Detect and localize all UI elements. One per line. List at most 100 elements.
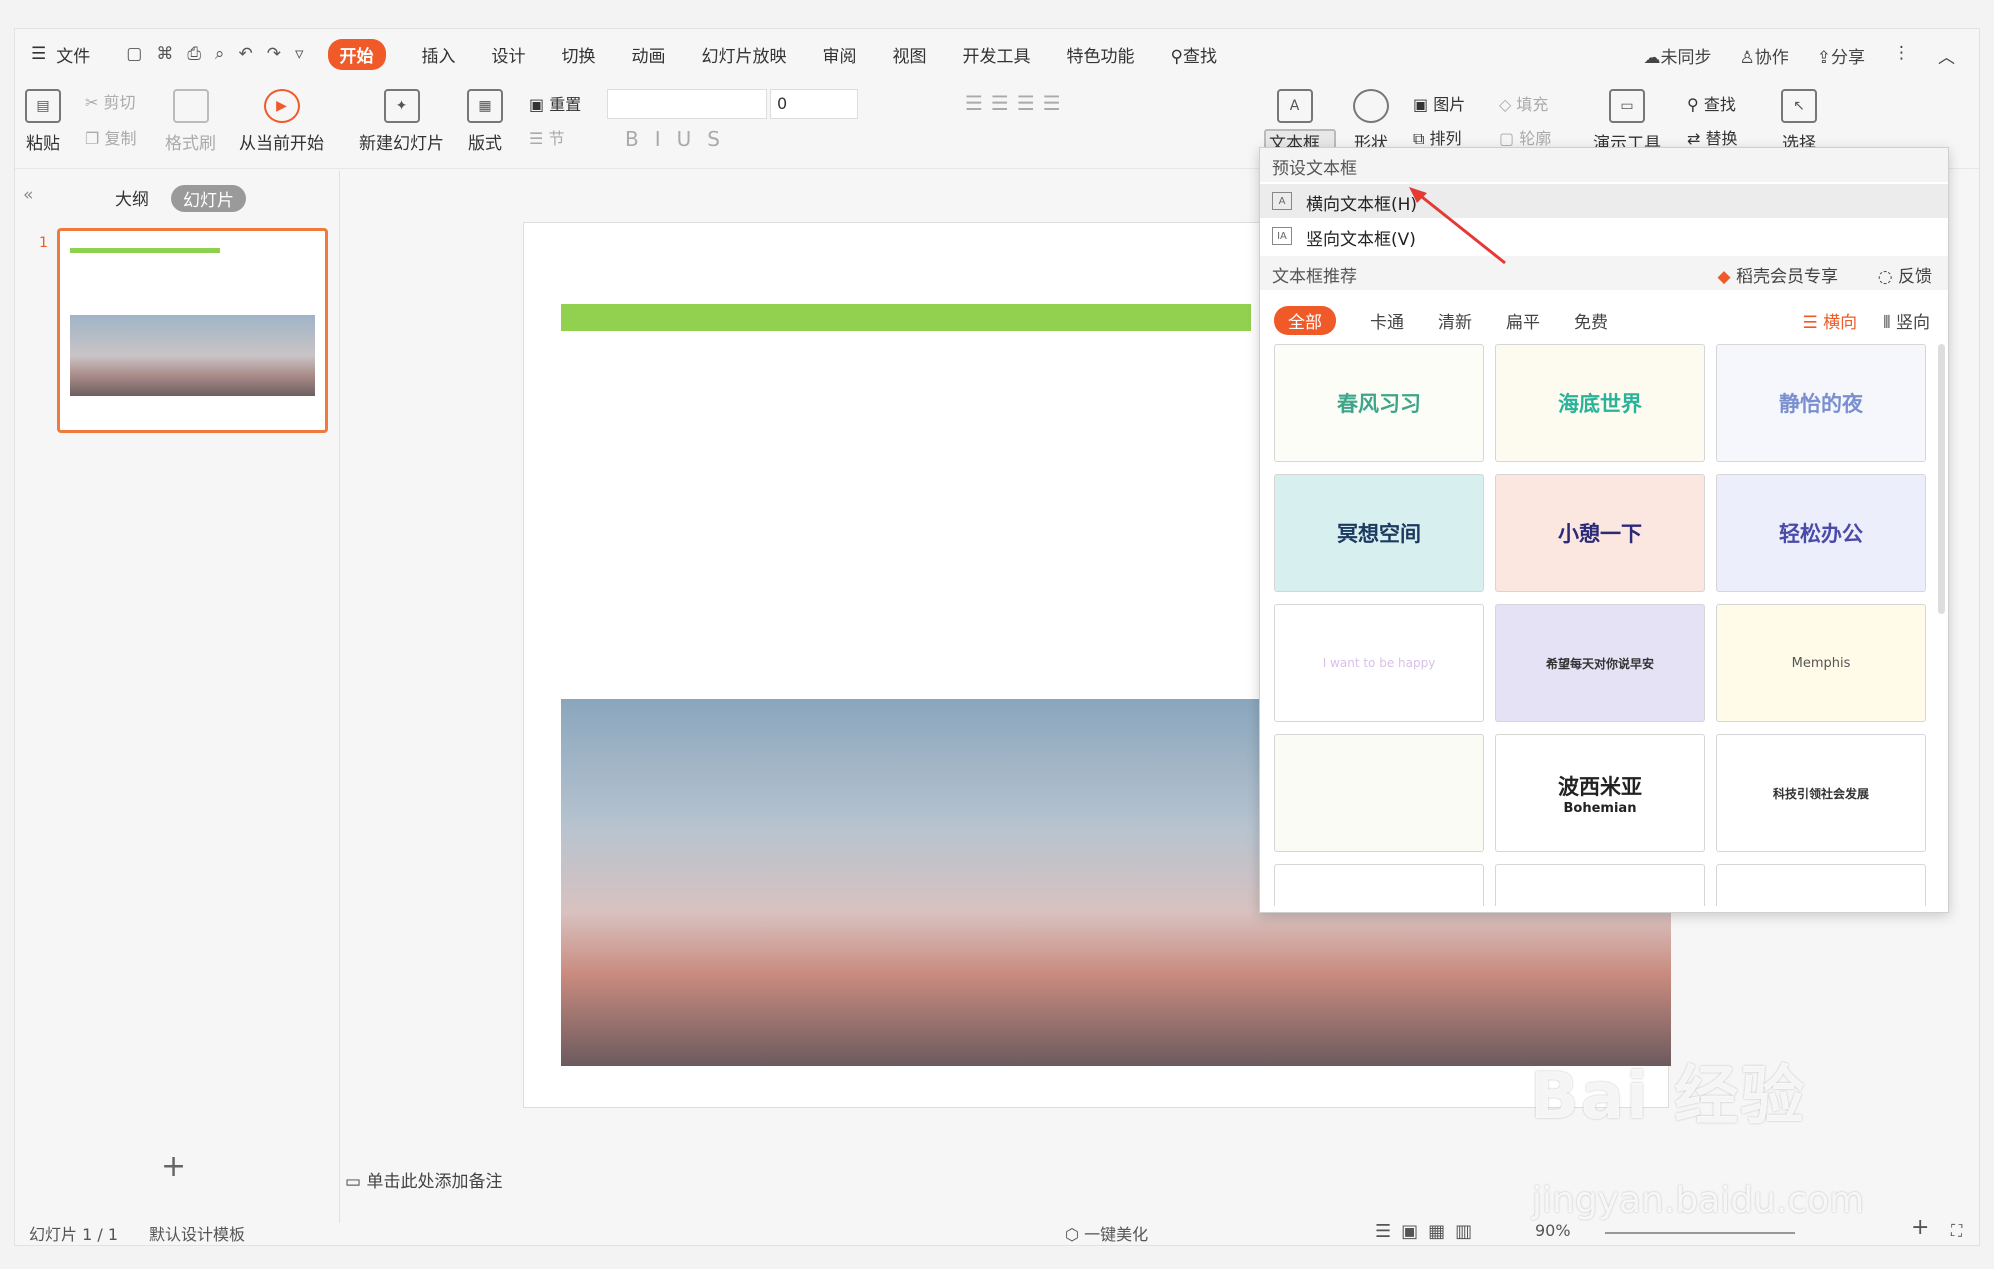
tab-view[interactable]: 视图 [893, 42, 927, 67]
section-button[interactable]: ☰ 节 [529, 125, 564, 149]
filter-cartoon[interactable]: 卡通 [1370, 308, 1404, 333]
tab-outline[interactable]: 大纲 [115, 185, 149, 212]
view-mode-icons[interactable]: ☰▣▦▥ [1375, 1221, 1482, 1242]
template-card[interactable] [1274, 734, 1484, 852]
cut-button[interactable]: ✂ 剪切 [85, 89, 136, 113]
template-card[interactable]: Memphis [1716, 604, 1926, 722]
shape-button[interactable]: 形状 [1353, 89, 1389, 154]
template-card[interactable]: 波西米亚 Bohemian [1495, 734, 1705, 852]
textbox-button[interactable]: A 文本框 [1269, 89, 1320, 154]
text-format-icons[interactable]: BIUS [625, 127, 736, 151]
presenter-tools-button[interactable]: ▭ 演示工具 [1593, 89, 1661, 154]
beautify-button[interactable]: ⬡ 一键美化 [1065, 1221, 1148, 1245]
template-card[interactable]: 轻松办公 [1716, 474, 1926, 592]
replace-button[interactable]: ⇄ 替换 [1687, 125, 1738, 149]
template-card[interactable]: I want to be happy [1274, 604, 1484, 722]
template-card[interactable] [1274, 864, 1484, 906]
paragraph-icons[interactable]: ☰☰☰☰ [965, 91, 1069, 115]
tab-design[interactable]: 设计 [492, 42, 526, 67]
tab-review[interactable]: 审阅 [823, 42, 857, 67]
template-card[interactable] [1716, 864, 1926, 906]
redo-icon[interactable]: ↷ [267, 44, 281, 64]
copy-button[interactable]: ❐ 复制 [85, 125, 136, 149]
orient-vertical-label: 竖向 [1896, 313, 1930, 333]
more-icon[interactable]: ▿ [295, 44, 304, 64]
filter-fresh[interactable]: 清新 [1438, 308, 1472, 333]
hamburger-icon[interactable]: ☰ [31, 44, 46, 64]
template-name[interactable]: 默认设计模板 [149, 1221, 245, 1245]
paste-button[interactable]: ▤ 粘贴 [25, 89, 61, 154]
outline-button[interactable]: ▢ 轮廓 [1499, 125, 1551, 149]
sync-button[interactable]: ☁未同步 [1644, 43, 1712, 68]
beautify-label: 一键美化 [1084, 1225, 1149, 1244]
collapse-ribbon-icon[interactable]: ︿ [1938, 43, 1955, 68]
horizontal-textbox-option[interactable]: A 横向文本框(H) [1260, 184, 1948, 218]
vip-text: 稻壳会员专享 [1736, 267, 1838, 287]
search-button[interactable]: ⚲查找 [1171, 42, 1217, 67]
zoom-in-icon[interactable]: + [1911, 1215, 1929, 1240]
select-button[interactable]: ↖ 选择 [1781, 89, 1817, 154]
template-card[interactable]: 科技引领社会发展 [1716, 734, 1926, 852]
zoom-level[interactable]: 90% [1535, 1221, 1571, 1240]
template-card[interactable] [1495, 864, 1705, 906]
template-card[interactable]: 海底世界 [1495, 344, 1705, 462]
share-button[interactable]: ⇪分享 [1817, 43, 1865, 68]
reset-button[interactable]: ▣ 重置 [529, 91, 581, 115]
save-icon[interactable]: ▢ [126, 44, 142, 64]
more-menu-icon[interactable]: ⋮ [1893, 43, 1910, 68]
menu-file[interactable]: 文件 [56, 42, 90, 67]
dropdown-scrollbar[interactable] [1938, 344, 1945, 614]
collapse-panel-icon[interactable]: « [23, 185, 33, 205]
panel-tabs: 大纲 幻灯片 [115, 185, 246, 212]
thumb-green-bar [70, 248, 220, 253]
template-card[interactable]: 静怡的夜 [1716, 344, 1926, 462]
arrange-button[interactable]: ⧉ 排列 [1413, 125, 1462, 149]
tab-features[interactable]: 特色功能 [1067, 42, 1135, 67]
add-slide-icon[interactable]: + [161, 1149, 186, 1184]
horizontal-textbox-label: 横向文本框(H) [1306, 195, 1418, 215]
undo-icon[interactable]: ↶ [238, 44, 252, 64]
tab-home[interactable]: 开始 [327, 38, 386, 70]
collab-button[interactable]: ♙协作 [1740, 43, 1789, 68]
filter-free[interactable]: 免费 [1574, 308, 1608, 333]
slide-thumbnail[interactable] [57, 228, 328, 433]
template-card[interactable]: 希望每天对你说早安 [1495, 604, 1705, 722]
find-button[interactable]: ⚲ 查找 [1687, 91, 1736, 115]
filter-flat[interactable]: 扁平 [1506, 308, 1540, 333]
format-painter-button[interactable]: 格式刷 [165, 89, 216, 154]
tab-animation[interactable]: 动画 [632, 42, 666, 67]
preview-icon[interactable]: ⌕ [215, 44, 225, 64]
template-card[interactable]: 小憩一下 [1495, 474, 1705, 592]
from-current-button[interactable]: ▶ 从当前开始 [239, 89, 324, 154]
font-name-input[interactable] [607, 89, 767, 119]
tab-slideshow[interactable]: 幻灯片放映 [702, 42, 787, 67]
filter-all[interactable]: 全部 [1274, 306, 1336, 335]
green-bar-shape[interactable] [561, 304, 1251, 331]
format-icon[interactable]: ⌘ [156, 44, 173, 64]
zoom-slider[interactable] [1605, 1232, 1795, 1234]
picture-button[interactable]: ▣ 图片 [1413, 91, 1465, 115]
tab-developer[interactable]: 开发工具 [963, 42, 1031, 67]
tab-insert[interactable]: 插入 [422, 42, 456, 67]
orient-horizontal[interactable]: ☰ 横向 [1802, 308, 1857, 333]
vip-label[interactable]: ◆ 稻壳会员专享 [1718, 262, 1838, 287]
orient-vertical[interactable]: ⦀ 竖向 [1883, 308, 1930, 333]
template-card[interactable]: 冥想空间 [1274, 474, 1484, 592]
tab-transition[interactable]: 切换 [562, 42, 596, 67]
print-icon[interactable]: ⎙ [187, 44, 201, 64]
notes-area[interactable]: ▭ 单击此处添加备注 [345, 1167, 502, 1192]
layout-icon: ▦ [467, 89, 503, 123]
layout-button[interactable]: ▦ 版式 [467, 89, 503, 154]
fit-icon[interactable]: ⛶ [1951, 1221, 1962, 1241]
template-card[interactable]: 春风习习 [1274, 344, 1484, 462]
fill-button[interactable]: ◇ 填充 [1499, 91, 1548, 115]
find-label: 查找 [1703, 95, 1736, 114]
feedback-button[interactable]: ◌ 反馈 [1878, 262, 1932, 287]
thumb-mountain-image [70, 315, 315, 396]
card-subtitle: Bohemian [1563, 800, 1637, 816]
tab-slides[interactable]: 幻灯片 [171, 185, 246, 212]
font-size-input[interactable]: 0 [770, 89, 858, 119]
new-slide-button[interactable]: ✦ 新建幻灯片 [359, 89, 444, 154]
cut-label: 剪切 [103, 93, 136, 112]
vertical-textbox-option[interactable]: IA 竖向文本框(V) [1260, 219, 1948, 253]
